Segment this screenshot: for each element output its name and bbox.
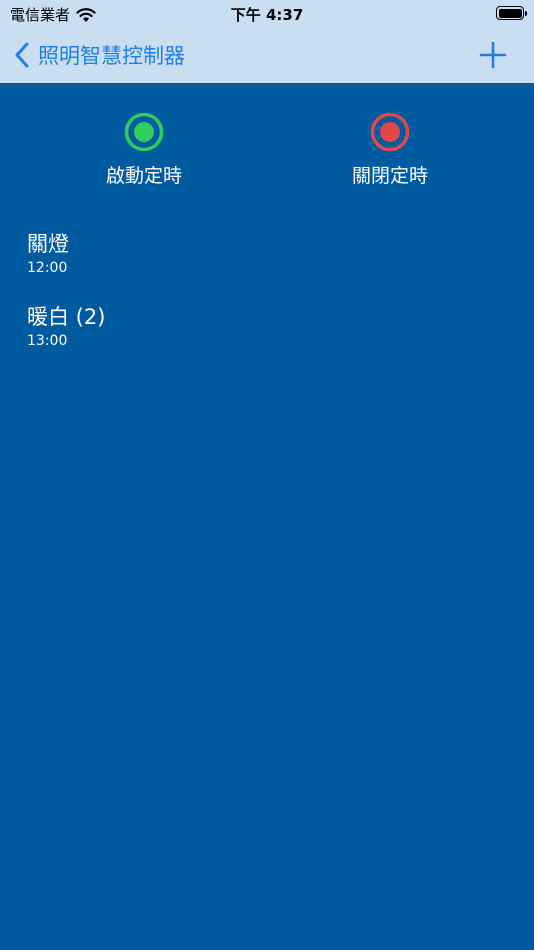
back-button[interactable]: 照明智慧控制器 (14, 38, 185, 72)
stop-timer-button[interactable]: 關閉定時 (310, 111, 470, 191)
red-record-icon (370, 112, 410, 152)
nav-bar: 照明智慧控制器 (0, 30, 534, 80)
schedule-list: 關燈 12:00 暖白 (2) 13:00 (27, 229, 507, 375)
main-content: 啟動定時 關閉定時 關燈 12:00 暖白 (2) 13:00 (0, 83, 534, 950)
schedule-name: 暖白 (2) (27, 305, 106, 329)
chevron-left-icon (15, 42, 29, 68)
plus-icon (479, 41, 507, 69)
start-timer-button[interactable]: 啟動定時 (64, 111, 224, 191)
top-bar: 電信業者 下午 4:37 照明智慧控制器 (0, 0, 534, 83)
schedule-name: 關燈 (27, 232, 69, 256)
list-item[interactable]: 暖白 (2) 13:00 (27, 302, 507, 375)
start-timer-label: 啟動定時 (105, 165, 182, 187)
stop-timer-label: 關閉定時 (351, 165, 428, 187)
status-time: 下午 4:37 (230, 6, 304, 24)
list-item[interactable]: 關燈 12:00 (27, 229, 507, 302)
green-record-icon (124, 112, 164, 152)
status-bar: 電信業者 下午 4:37 (0, 0, 534, 28)
schedule-time: 13:00 (27, 333, 68, 349)
battery-icon (496, 6, 527, 20)
add-button[interactable] (478, 40, 508, 70)
schedule-time: 12:00 (27, 260, 68, 276)
nav-title: 照明智慧控制器 (38, 44, 185, 68)
